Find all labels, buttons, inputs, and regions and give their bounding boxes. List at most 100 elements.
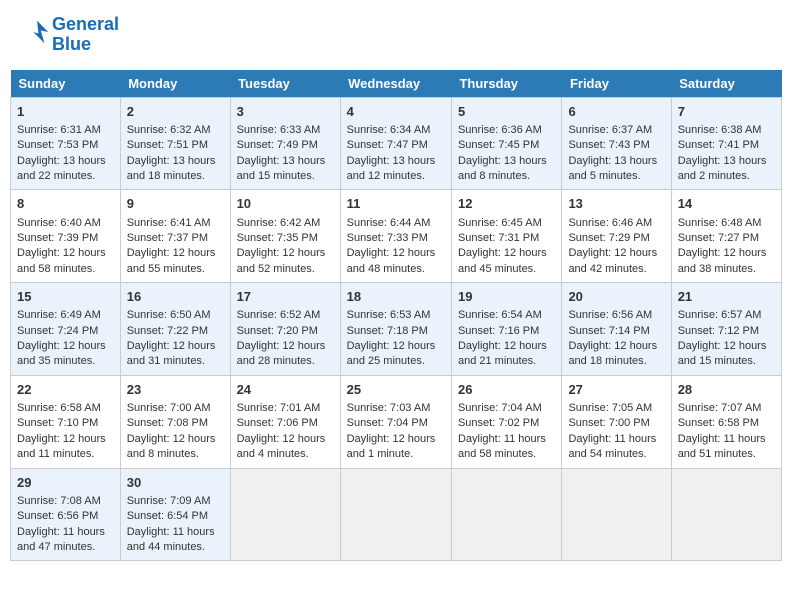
sunset: Sunset: 7:02 PM [458,417,539,429]
day-number: 24 [237,381,334,399]
day-number: 23 [127,381,224,399]
daylight: Daylight: 12 hours and 38 minutes. [678,247,767,274]
calendar-day-18: 18Sunrise: 6:53 AMSunset: 7:18 PMDayligh… [340,283,451,376]
daylight: Daylight: 12 hours and 21 minutes. [458,340,547,367]
calendar-day-1: 1Sunrise: 6:31 AMSunset: 7:53 PMDaylight… [11,97,121,190]
daylight: Daylight: 12 hours and 42 minutes. [568,247,657,274]
calendar-day-13: 13Sunrise: 6:46 AMSunset: 7:29 PMDayligh… [562,190,671,283]
weekday-header-wednesday: Wednesday [340,70,451,98]
sunset: Sunset: 7:10 PM [17,417,98,429]
daylight: Daylight: 12 hours and 25 minutes. [347,340,436,367]
day-number: 1 [17,103,114,121]
calendar-day-25: 25Sunrise: 7:03 AMSunset: 7:04 PMDayligh… [340,375,451,468]
day-number: 3 [237,103,334,121]
day-number: 2 [127,103,224,121]
sunset: Sunset: 7:04 PM [347,417,428,429]
sunset: Sunset: 6:54 PM [127,510,208,522]
day-number: 19 [458,288,555,306]
day-number: 18 [347,288,445,306]
header-row: SundayMondayTuesdayWednesdayThursdayFrid… [11,70,782,98]
sunset: Sunset: 7:06 PM [237,417,318,429]
sunrise: Sunrise: 7:04 AM [458,402,542,414]
daylight: Daylight: 11 hours and 51 minutes. [678,433,766,460]
calendar-day-21: 21Sunrise: 6:57 AMSunset: 7:12 PMDayligh… [671,283,781,376]
daylight: Daylight: 13 hours and 15 minutes. [237,155,326,182]
daylight: Daylight: 11 hours and 44 minutes. [127,526,215,553]
day-number: 5 [458,103,555,121]
day-number: 28 [678,381,775,399]
daylight: Daylight: 13 hours and 5 minutes. [568,155,657,182]
weekday-header-monday: Monday [120,70,230,98]
sunset: Sunset: 7:47 PM [347,139,428,151]
calendar-day-19: 19Sunrise: 6:54 AMSunset: 7:16 PMDayligh… [451,283,561,376]
sunrise: Sunrise: 6:52 AM [237,309,321,321]
calendar-day-28: 28 Sunrise: 7:07 AM Sunset: 6:58 PM Dayligh… [671,375,781,468]
daylight: Daylight: 12 hours and 48 minutes. [347,247,436,274]
calendar-day-17: 17Sunrise: 6:52 AMSunset: 7:20 PMDayligh… [230,283,340,376]
sunrise: Sunrise: 7:08 AM [17,495,101,507]
day-number: 6 [568,103,664,121]
sunrise: Sunrise: 6:32 AM [127,124,211,136]
sunrise: Sunrise: 6:45 AM [458,217,542,229]
calendar-week-3: 22Sunrise: 6:58 AMSunset: 7:10 PMDayligh… [11,375,782,468]
sunrise: Sunrise: 7:05 AM [568,402,652,414]
calendar-day-26: 26 Sunrise: 7:04 AM Sunset: 7:02 PM Dayligh… [451,375,561,468]
daylight: Daylight: 12 hours and 35 minutes. [17,340,106,367]
sunrise: Sunrise: 6:48 AM [678,217,762,229]
sunrise: Sunrise: 7:07 AM [678,402,762,414]
day-number: 14 [678,195,775,213]
sunrise: Sunrise: 6:57 AM [678,309,762,321]
sunrise: Sunrise: 6:34 AM [347,124,431,136]
calendar-day-24: 24Sunrise: 7:01 AMSunset: 7:06 PMDayligh… [230,375,340,468]
day-number: 26 [458,381,555,399]
daylight: Daylight: 12 hours and 55 minutes. [127,247,216,274]
sunrise: Sunrise: 6:31 AM [17,124,101,136]
daylight: Daylight: 12 hours and 58 minutes. [17,247,106,274]
logo-icon [22,17,52,47]
sunrise: Sunrise: 7:00 AM [127,402,211,414]
calendar-table: SundayMondayTuesdayWednesdayThursdayFrid… [10,70,782,562]
calendar-week-4: 29 Sunrise: 7:08 AM Sunset: 6:56 PM Dayligh… [11,468,782,561]
daylight: Daylight: 11 hours and 58 minutes. [458,433,546,460]
sunset: Sunset: 7:33 PM [347,232,428,244]
sunset: Sunset: 7:08 PM [127,417,208,429]
sunrise: Sunrise: 6:46 AM [568,217,652,229]
calendar-day-30: 30Sunrise: 7:09 AMSunset: 6:54 PMDayligh… [120,468,230,561]
sunset: Sunset: 6:58 PM [678,417,759,429]
calendar-day-7: 7Sunrise: 6:38 AMSunset: 7:41 PMDaylight… [671,97,781,190]
day-number: 12 [458,195,555,213]
sunrise: Sunrise: 7:03 AM [347,402,431,414]
day-number: 4 [347,103,445,121]
day-number: 16 [127,288,224,306]
daylight: Daylight: 13 hours and 18 minutes. [127,155,216,182]
daylight: Daylight: 12 hours and 52 minutes. [237,247,326,274]
weekday-header-thursday: Thursday [451,70,561,98]
calendar-day-empty [671,468,781,561]
weekday-header-friday: Friday [562,70,671,98]
sunset: Sunset: 7:18 PM [347,325,428,337]
day-number: 10 [237,195,334,213]
calendar-body: 1Sunrise: 6:31 AMSunset: 7:53 PMDaylight… [11,97,782,561]
calendar-day-empty [451,468,561,561]
logo: General Blue [20,15,119,55]
sunset: Sunset: 7:27 PM [678,232,759,244]
page-header: General Blue [10,10,782,60]
sunset: Sunset: 7:41 PM [678,139,759,151]
calendar-day-23: 23 Sunrise: 7:00 AM Sunset: 7:08 PM Dayligh… [120,375,230,468]
day-number: 8 [17,195,114,213]
daylight: Daylight: 13 hours and 22 minutes. [17,155,106,182]
sunset: Sunset: 7:45 PM [458,139,539,151]
day-number: 9 [127,195,224,213]
sunset: Sunset: 6:56 PM [17,510,98,522]
calendar-week-1: 8 Sunrise: 6:40 AM Sunset: 7:39 PM Daylight… [11,190,782,283]
daylight: Daylight: 12 hours and 8 minutes. [127,433,216,460]
calendar-day-14: 14 Sunrise: 6:48 AM Sunset: 7:27 PM Dayligh… [671,190,781,283]
day-number: 29 [17,474,114,492]
sunset: Sunset: 7:43 PM [568,139,649,151]
sunset: Sunset: 7:39 PM [17,232,98,244]
calendar-day-15: 15Sunrise: 6:49 AMSunset: 7:24 PMDayligh… [11,283,121,376]
sunrise: Sunrise: 6:54 AM [458,309,542,321]
sunset: Sunset: 7:22 PM [127,325,208,337]
sunrise: Sunrise: 6:40 AM [17,217,101,229]
calendar-day-2: 2Sunrise: 6:32 AMSunset: 7:51 PMDaylight… [120,97,230,190]
